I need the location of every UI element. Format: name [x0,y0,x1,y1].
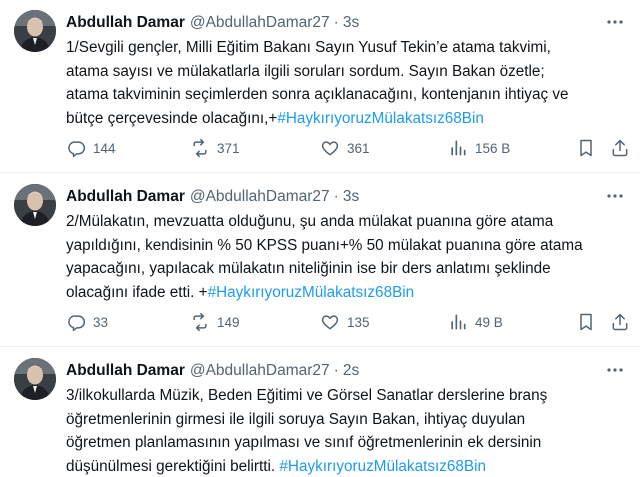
tweet-text: 3/ilkokullarda Müzik, Beden Eğitimi ve G… [66,384,632,477]
avatar[interactable] [14,358,56,400]
separator: · [333,362,339,379]
reply-count: 144 [93,140,116,156]
views-button[interactable]: 156 B [448,136,510,160]
reply-button[interactable]: 33 [66,310,108,334]
timestamp[interactable]: 3s [343,188,359,206]
views-icon [451,314,466,330]
tweet[interactable]: Abdullah Damar @AbdullahDamar27 · 3s 1/S… [0,0,640,173]
more-icon[interactable] [604,12,626,32]
hashtag-link[interactable]: #HaykırıyoruzMülakatsız68Bin [277,110,484,127]
author-handle[interactable]: @AbdullahDamar27 [190,14,330,32]
bookmark-icon [580,139,592,157]
tweet-text-line: 1/Sevgili gençler, Milli Eğitim Bakanı S… [66,39,551,56]
tweet-header: Abdullah Damar @AbdullahDamar27 · 3s [66,186,596,208]
tweet-text-line: öğretmenlerinin girmesi ile ilgili soruy… [66,410,526,428]
tweet-text-line-last: düşünülmesi gerektiğini belirtti. #Haykı… [66,455,632,477]
like-button[interactable]: 361 [320,136,370,160]
views-count: 49 B [475,314,503,330]
share-icon [612,139,628,157]
separator: · [333,14,339,31]
tweet-text-line: yapıldığını, kendisinin % 50 KPSS puanı+… [66,236,583,254]
views-icon [451,140,466,156]
tweet-text-fragment: bütçe çerçevesinde olacağını,+ [66,109,278,127]
avatar[interactable] [14,10,56,52]
retweet-count: 149 [217,314,240,330]
bookmark-button[interactable] [576,136,596,160]
tweet-text-line: yapacağını, yapılacak mülakatın niteliği… [66,260,551,278]
tweet[interactable]: Abdullah Damar @AbdullahDamar27 · 3s 2/M… [0,174,640,347]
share-button[interactable] [610,310,630,334]
like-count: 361 [347,140,370,156]
retweet-icon [193,312,207,332]
tweet-text-fragment: düşünülmesi gerektiğini belirtti. [66,457,280,475]
tweet[interactable]: Abdullah Damar @AbdullahDamar27 · 2s 3/i… [0,348,640,477]
tweet-header: Abdullah Damar @AbdullahDamar27 · 2s [66,360,596,382]
author-handle[interactable]: @AbdullahDamar27 [190,188,330,206]
tweet-text-line: atama takviminin seçimlerden sonra açıkl… [66,86,569,104]
bookmark-icon [580,313,592,331]
retweet-count: 371 [217,140,240,156]
tweet-text: 1/Sevgili gençler, Milli Eğitim Bakanı S… [66,36,632,130]
tweet-text-line: 2/Mülakatın, mevzuatta olduğunu, şu anda… [66,213,554,230]
tweet-header: Abdullah Damar @AbdullahDamar27 · 3s [66,12,596,34]
like-count: 135 [347,314,370,330]
author-name[interactable]: Abdullah Damar [66,14,185,32]
reply-count: 33 [93,314,109,330]
like-icon [321,141,339,156]
bookmark-button[interactable] [576,310,596,334]
author-name[interactable]: Abdullah Damar [66,362,185,380]
reply-icon [68,141,86,158]
like-button[interactable]: 135 [320,310,370,334]
tweet-text-line: öğretmen planlamasının yapılması ve sını… [66,434,542,452]
avatar[interactable] [14,184,56,226]
author-name[interactable]: Abdullah Damar [66,188,185,206]
retweet-icon [193,138,207,158]
reply-button[interactable]: 144 [66,136,116,160]
tweet-actions: 33 149 135 49 B [62,310,634,334]
reply-icon [68,315,86,332]
hashtag-link[interactable]: #HaykırıyoruzMülakatsız68Bin [279,458,486,475]
views-count: 156 B [475,140,511,156]
tweet-text-line-last: bütçe çerçevesinde olacağını,+#Haykırıyo… [66,107,632,131]
retweet-button[interactable]: 149 [190,310,240,334]
tweet-text: 2/Mülakatın, mevzuatta olduğunu, şu anda… [66,210,632,304]
author-handle[interactable]: @AbdullahDamar27 [190,362,330,380]
tweet-feed: Abdullah Damar @AbdullahDamar27 · 3s 1/S… [0,0,640,477]
more-icon[interactable] [604,360,626,380]
tweet-actions: 144 371 361 156 B [62,136,634,160]
share-button[interactable] [610,136,630,160]
tweet-text-line-last: olacağını ifade etti. +#HaykırıyoruzMüla… [66,281,632,305]
tweet-text-fragment: olacağını ifade etti. + [66,283,208,301]
tweet-text-line: 3/ilkokullarda Müzik, Beden Eğitimi ve G… [66,387,548,404]
tweet-text-line: atama sayısı ve mülakatlarla ilgili soru… [66,62,545,80]
views-button[interactable]: 49 B [448,310,503,334]
share-icon [612,313,628,331]
timestamp[interactable]: 3s [343,14,359,32]
separator: · [333,188,339,205]
like-icon [321,315,339,330]
retweet-button[interactable]: 371 [190,136,240,160]
timestamp[interactable]: 2s [343,362,359,380]
more-icon[interactable] [604,186,626,206]
hashtag-link[interactable]: #HaykırıyoruzMülakatsız68Bin [208,284,415,301]
